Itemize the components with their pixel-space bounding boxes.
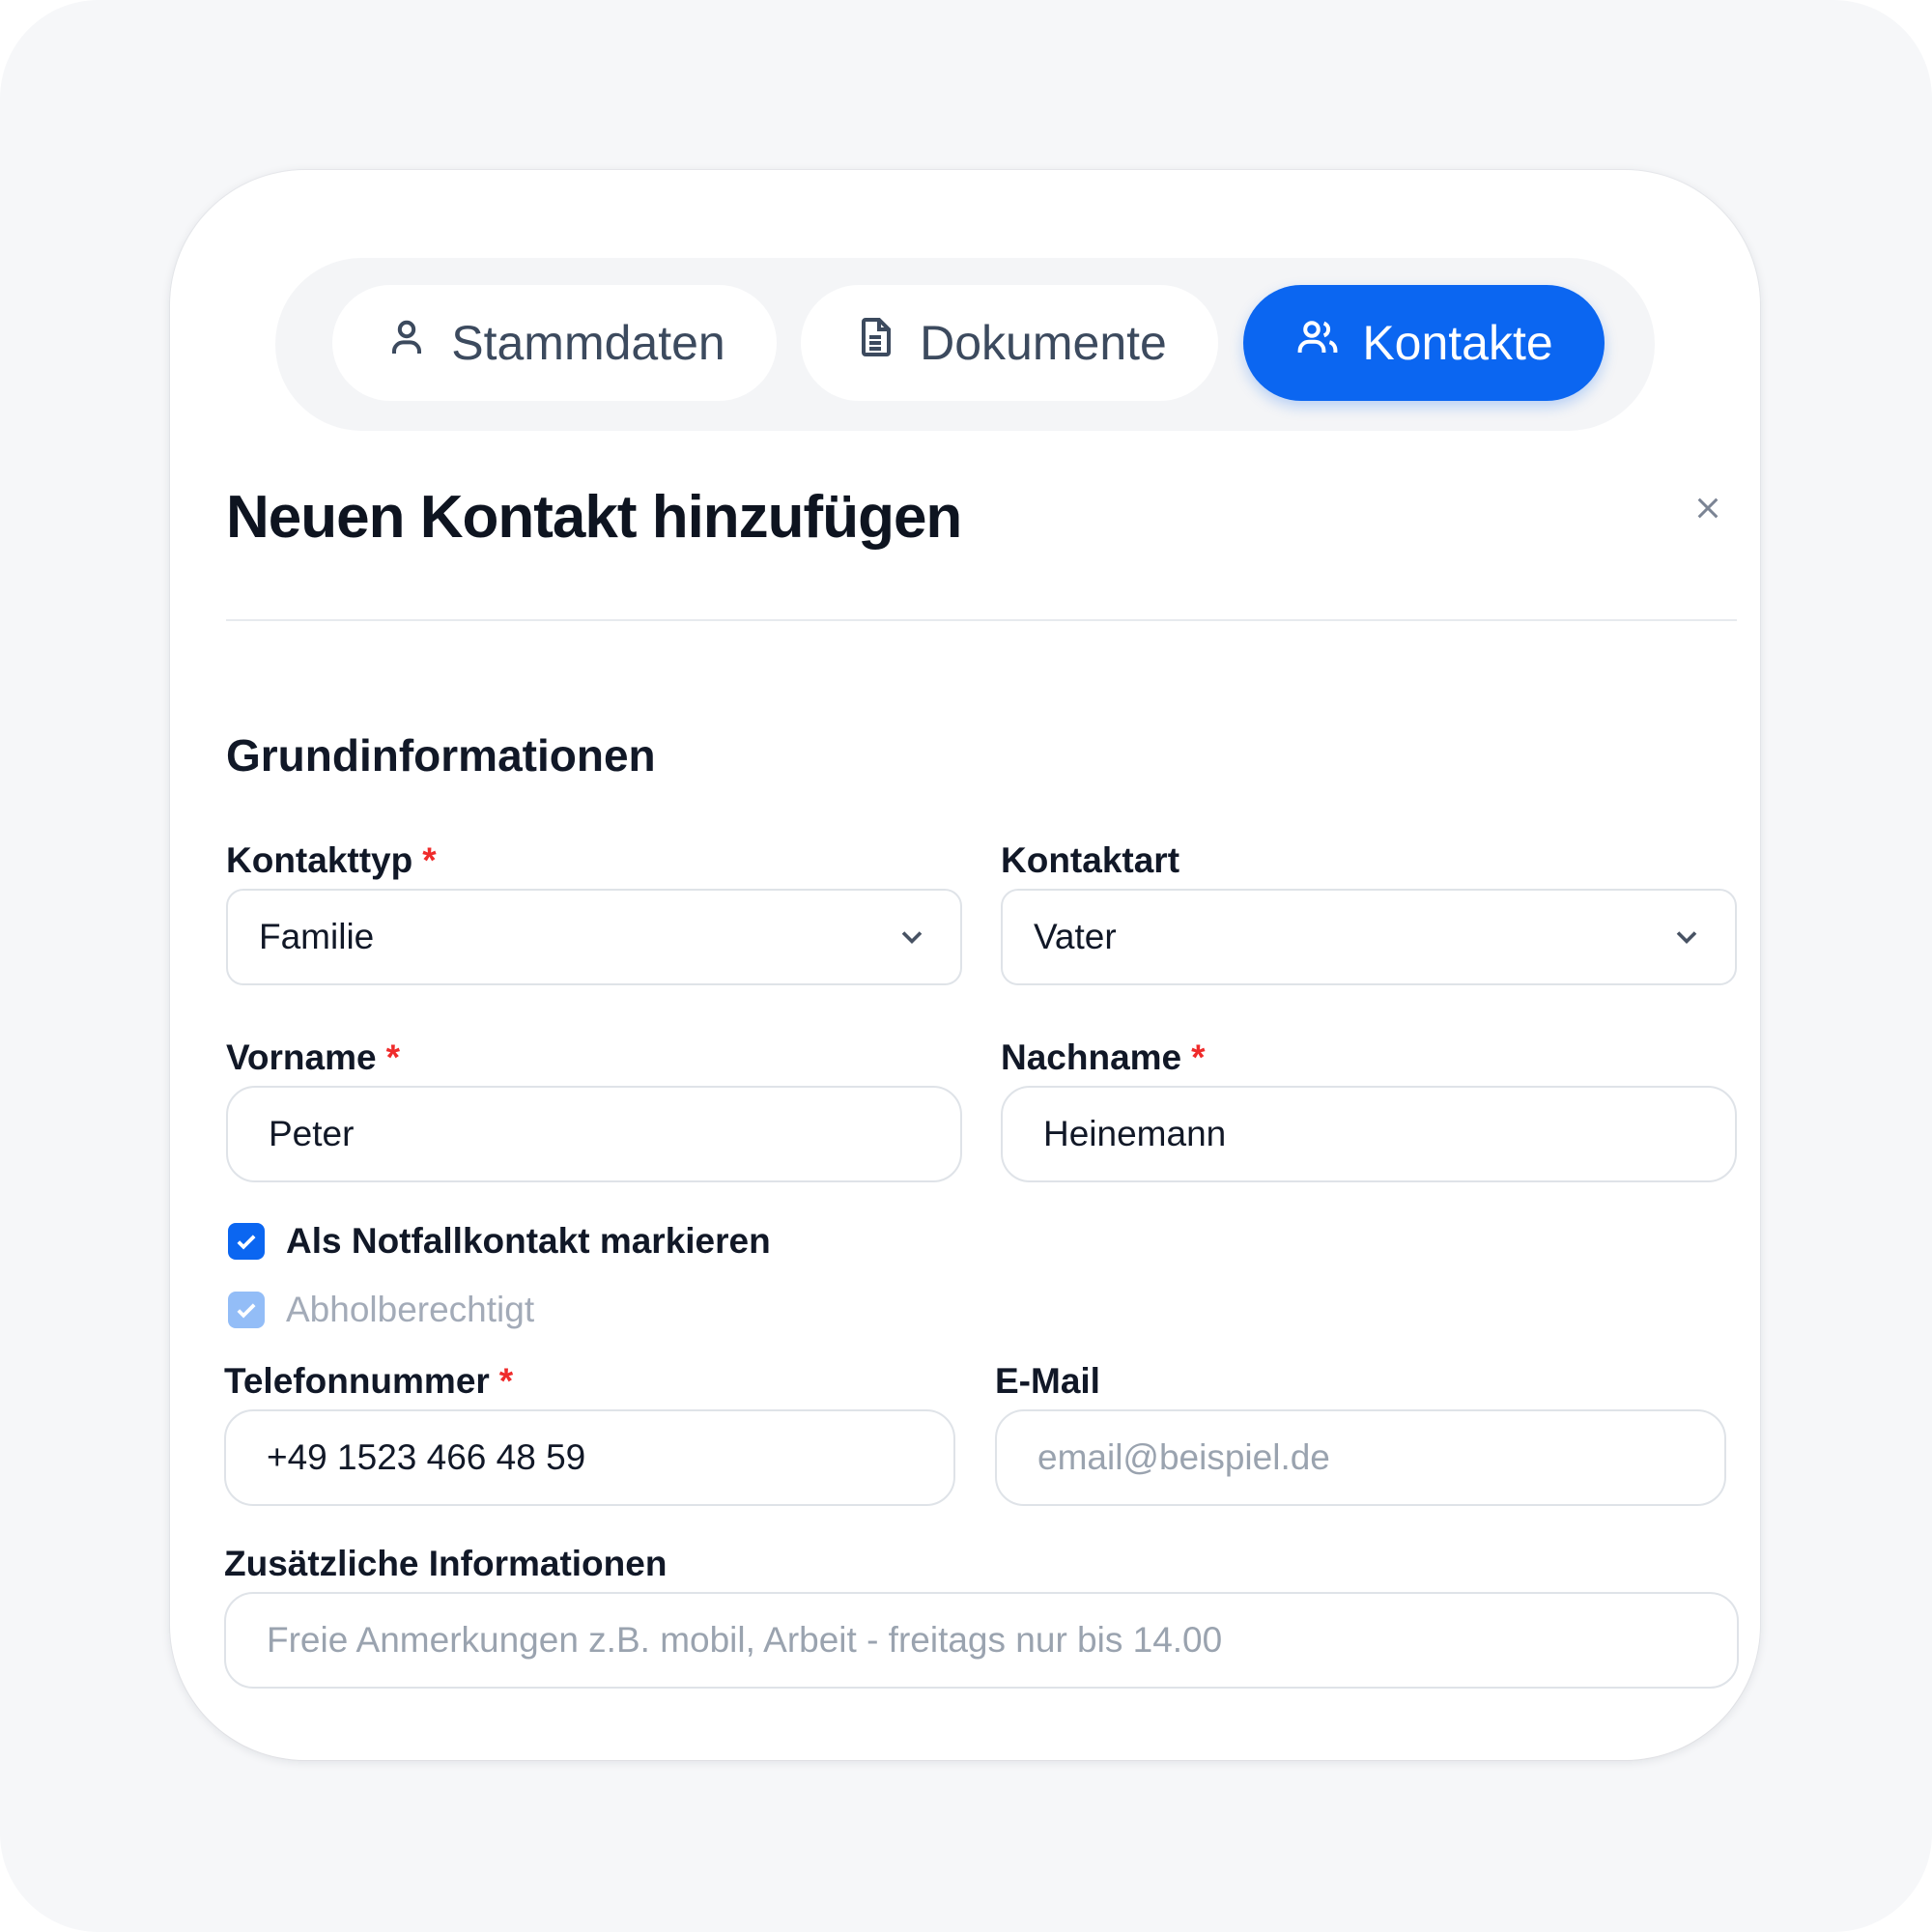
select-value: Familie [259,917,375,956]
close-icon [1692,493,1723,528]
close-button[interactable] [1689,491,1727,529]
user-icon [384,314,430,372]
input-value: Peter [269,1114,355,1153]
notfallkontakt-checkbox[interactable]: Als Notfallkontakt markieren [228,1221,771,1262]
checkbox-label: Als Notfallkontakt markieren [286,1221,771,1261]
required-mark: * [385,1037,400,1077]
kontaktart-label: Kontaktart [1001,840,1179,881]
nachname-input[interactable]: Heinemann [1001,1086,1737,1182]
required-mark: * [498,1361,514,1401]
label-text: Nachname [1001,1037,1182,1077]
abholberechtigt-checkbox: Abholberechtigt [228,1290,534,1330]
section-title: Grundinformationen [226,730,656,781]
label-text: Kontaktart [1001,840,1180,880]
label-text: Kontakttyp [226,840,413,880]
tab-label: Stammdaten [451,316,725,370]
label-text: Vorname [226,1037,377,1077]
zusatz-label: Zusätzliche Informationen [224,1544,667,1584]
chevron-down-icon [1669,920,1704,954]
input-placeholder: email@beispiel.de [1037,1437,1330,1477]
zusatz-input[interactable]: Freie Anmerkungen z.B. mobil, Arbeit - f… [224,1592,1739,1689]
document-icon [852,314,898,372]
tab-kontakte[interactable]: Kontakte [1243,285,1605,401]
label-text: E-Mail [995,1361,1100,1401]
tab-label: Dokumente [920,316,1167,370]
title-divider [226,619,1737,621]
vorname-input[interactable]: Peter [226,1086,962,1182]
telefon-label: Telefonnummer * [224,1361,513,1402]
check-icon [237,1235,256,1250]
email-input[interactable]: email@beispiel.de [995,1409,1726,1506]
checkbox-checked-disabled [228,1292,265,1328]
required-mark: * [1191,1037,1206,1077]
kontakttyp-select[interactable]: Familie [226,889,962,985]
check-icon [237,1303,256,1319]
dialog-title: Neuen Kontakt hinzufügen [226,484,962,551]
users-icon [1294,314,1341,372]
input-placeholder: Freie Anmerkungen z.B. mobil, Arbeit - f… [267,1620,1223,1660]
tab-label: Kontakte [1362,316,1553,370]
label-text: Zusätzliche Informationen [224,1544,668,1583]
chevron-down-icon [895,920,929,954]
label-text: Telefonnummer [224,1361,490,1401]
tab-dokumente[interactable]: Dokumente [801,285,1218,401]
required-mark: * [422,840,437,880]
input-value: +49 1523 466 48 59 [267,1437,586,1477]
kontaktart-select[interactable]: Vater [1001,889,1737,985]
select-value: Vater [1034,917,1117,956]
input-value: Heinemann [1043,1114,1227,1153]
nachname-label: Nachname * [1001,1037,1206,1078]
checkbox-label: Abholberechtigt [286,1290,535,1329]
vorname-label: Vorname * [226,1037,400,1078]
checkbox-checked[interactable] [228,1223,265,1260]
kontakttyp-label: Kontakttyp * [226,840,437,881]
tab-stammdaten[interactable]: Stammdaten [332,285,777,401]
email-label: E-Mail [995,1361,1100,1402]
telefon-input[interactable]: +49 1523 466 48 59 [224,1409,955,1506]
